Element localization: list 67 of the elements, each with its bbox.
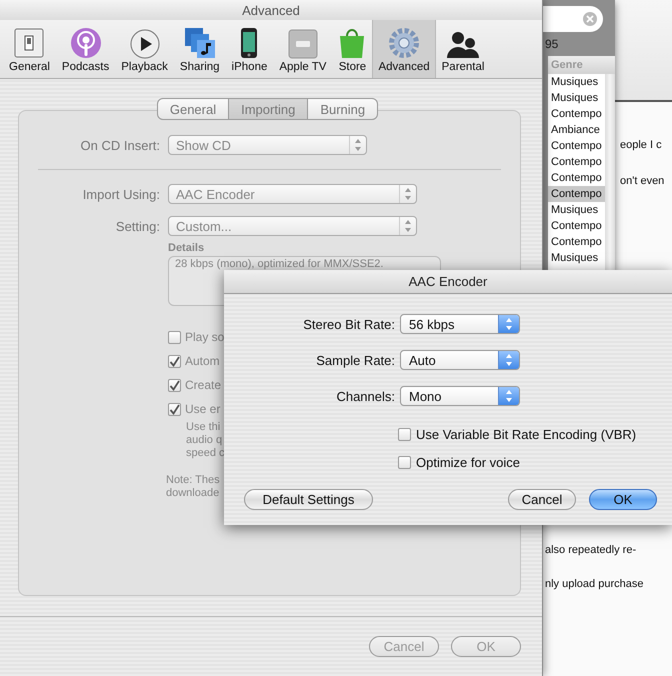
phone-icon bbox=[240, 27, 258, 59]
checkbox[interactable] bbox=[168, 330, 181, 344]
toolbar-item[interactable]: Sharing bbox=[174, 20, 226, 78]
option-label: Use er bbox=[185, 402, 220, 416]
toolbar-item[interactable]: iPhone bbox=[226, 20, 274, 78]
dialog-title: AAC Encoder bbox=[224, 270, 672, 294]
check-mark-icon bbox=[169, 404, 180, 414]
tv-box-icon bbox=[288, 29, 318, 59]
option-label: Play so bbox=[185, 330, 224, 344]
check-mark-icon bbox=[169, 356, 180, 366]
genre-row[interactable]: Contempo bbox=[548, 186, 605, 202]
toolbar-item[interactable]: Apple TV bbox=[273, 20, 332, 78]
checkbox[interactable] bbox=[398, 428, 411, 440]
toolbar-item[interactable]: Podcasts bbox=[56, 20, 116, 78]
option-label: Use Variable Bit Rate Encoding (VBR) bbox=[416, 426, 636, 442]
count-text: 95 bbox=[545, 37, 560, 53]
web-text: also repeatedly re- bbox=[545, 544, 636, 556]
field-label: Stereo Bit Rate: bbox=[302, 316, 395, 332]
dropdown[interactable]: Auto bbox=[400, 350, 520, 370]
scroll-bar[interactable] bbox=[605, 74, 615, 272]
toolbar-item[interactable]: Store bbox=[332, 20, 372, 78]
toolbar-item[interactable]: Parental bbox=[436, 20, 490, 78]
tab[interactable]: Burning bbox=[307, 98, 378, 120]
people-icon bbox=[447, 31, 480, 59]
settings-icon bbox=[388, 27, 420, 59]
tab[interactable]: General bbox=[156, 98, 230, 120]
dropdown[interactable]: Mono bbox=[400, 386, 520, 406]
check-mark-icon bbox=[169, 380, 180, 390]
toolbar-item[interactable]: General bbox=[3, 20, 56, 78]
light-switch-icon bbox=[13, 27, 46, 59]
toolbar-item[interactable]: Playback bbox=[115, 20, 174, 78]
web-text: on't even bbox=[620, 175, 664, 187]
stepper-icon bbox=[498, 351, 519, 369]
field-label: On CD Insert: bbox=[80, 138, 160, 152]
option-label: Optimize for voice bbox=[416, 454, 520, 470]
field-label: Sample Rate: bbox=[315, 352, 395, 368]
help-text: Use thi bbox=[186, 421, 220, 434]
checkbox[interactable] bbox=[168, 378, 181, 392]
stepper-icon bbox=[498, 387, 519, 405]
search-field[interactable] bbox=[543, 6, 603, 32]
checkbox[interactable] bbox=[168, 354, 181, 368]
podcast-icon bbox=[70, 27, 102, 59]
note-text: downloade bbox=[166, 487, 220, 500]
web-text: nly upload purchase bbox=[545, 578, 644, 590]
window-title: Advanced bbox=[0, 0, 542, 20]
field-label: Setting: bbox=[114, 218, 160, 234]
dialog-button[interactable]: OK bbox=[589, 489, 657, 510]
web-text: eople I c bbox=[620, 139, 662, 151]
field-label: Channels: bbox=[335, 388, 395, 404]
help-text: speed c bbox=[186, 447, 225, 460]
dialog-button[interactable]: Default Settings bbox=[244, 489, 373, 510]
checkbox[interactable] bbox=[398, 456, 411, 468]
option-label: Create bbox=[185, 378, 222, 392]
dropdown[interactable]: 56 kbps bbox=[400, 314, 520, 334]
play-icon bbox=[130, 29, 160, 59]
toolbar-item[interactable]: Advanced bbox=[372, 20, 436, 78]
field-label: Import Using: bbox=[82, 186, 160, 202]
clear-icon[interactable] bbox=[583, 12, 597, 26]
stepper-icon bbox=[498, 315, 519, 333]
help-text: audio q bbox=[186, 434, 222, 447]
shopping-bag-icon bbox=[338, 27, 366, 59]
checkbox[interactable] bbox=[168, 402, 181, 416]
music-folders-icon bbox=[184, 27, 216, 59]
option-label: Autom bbox=[185, 354, 220, 368]
details-label: Details bbox=[168, 242, 204, 254]
dialog-button[interactable]: Cancel bbox=[508, 489, 576, 510]
note-text: Note: Thes bbox=[166, 474, 220, 487]
